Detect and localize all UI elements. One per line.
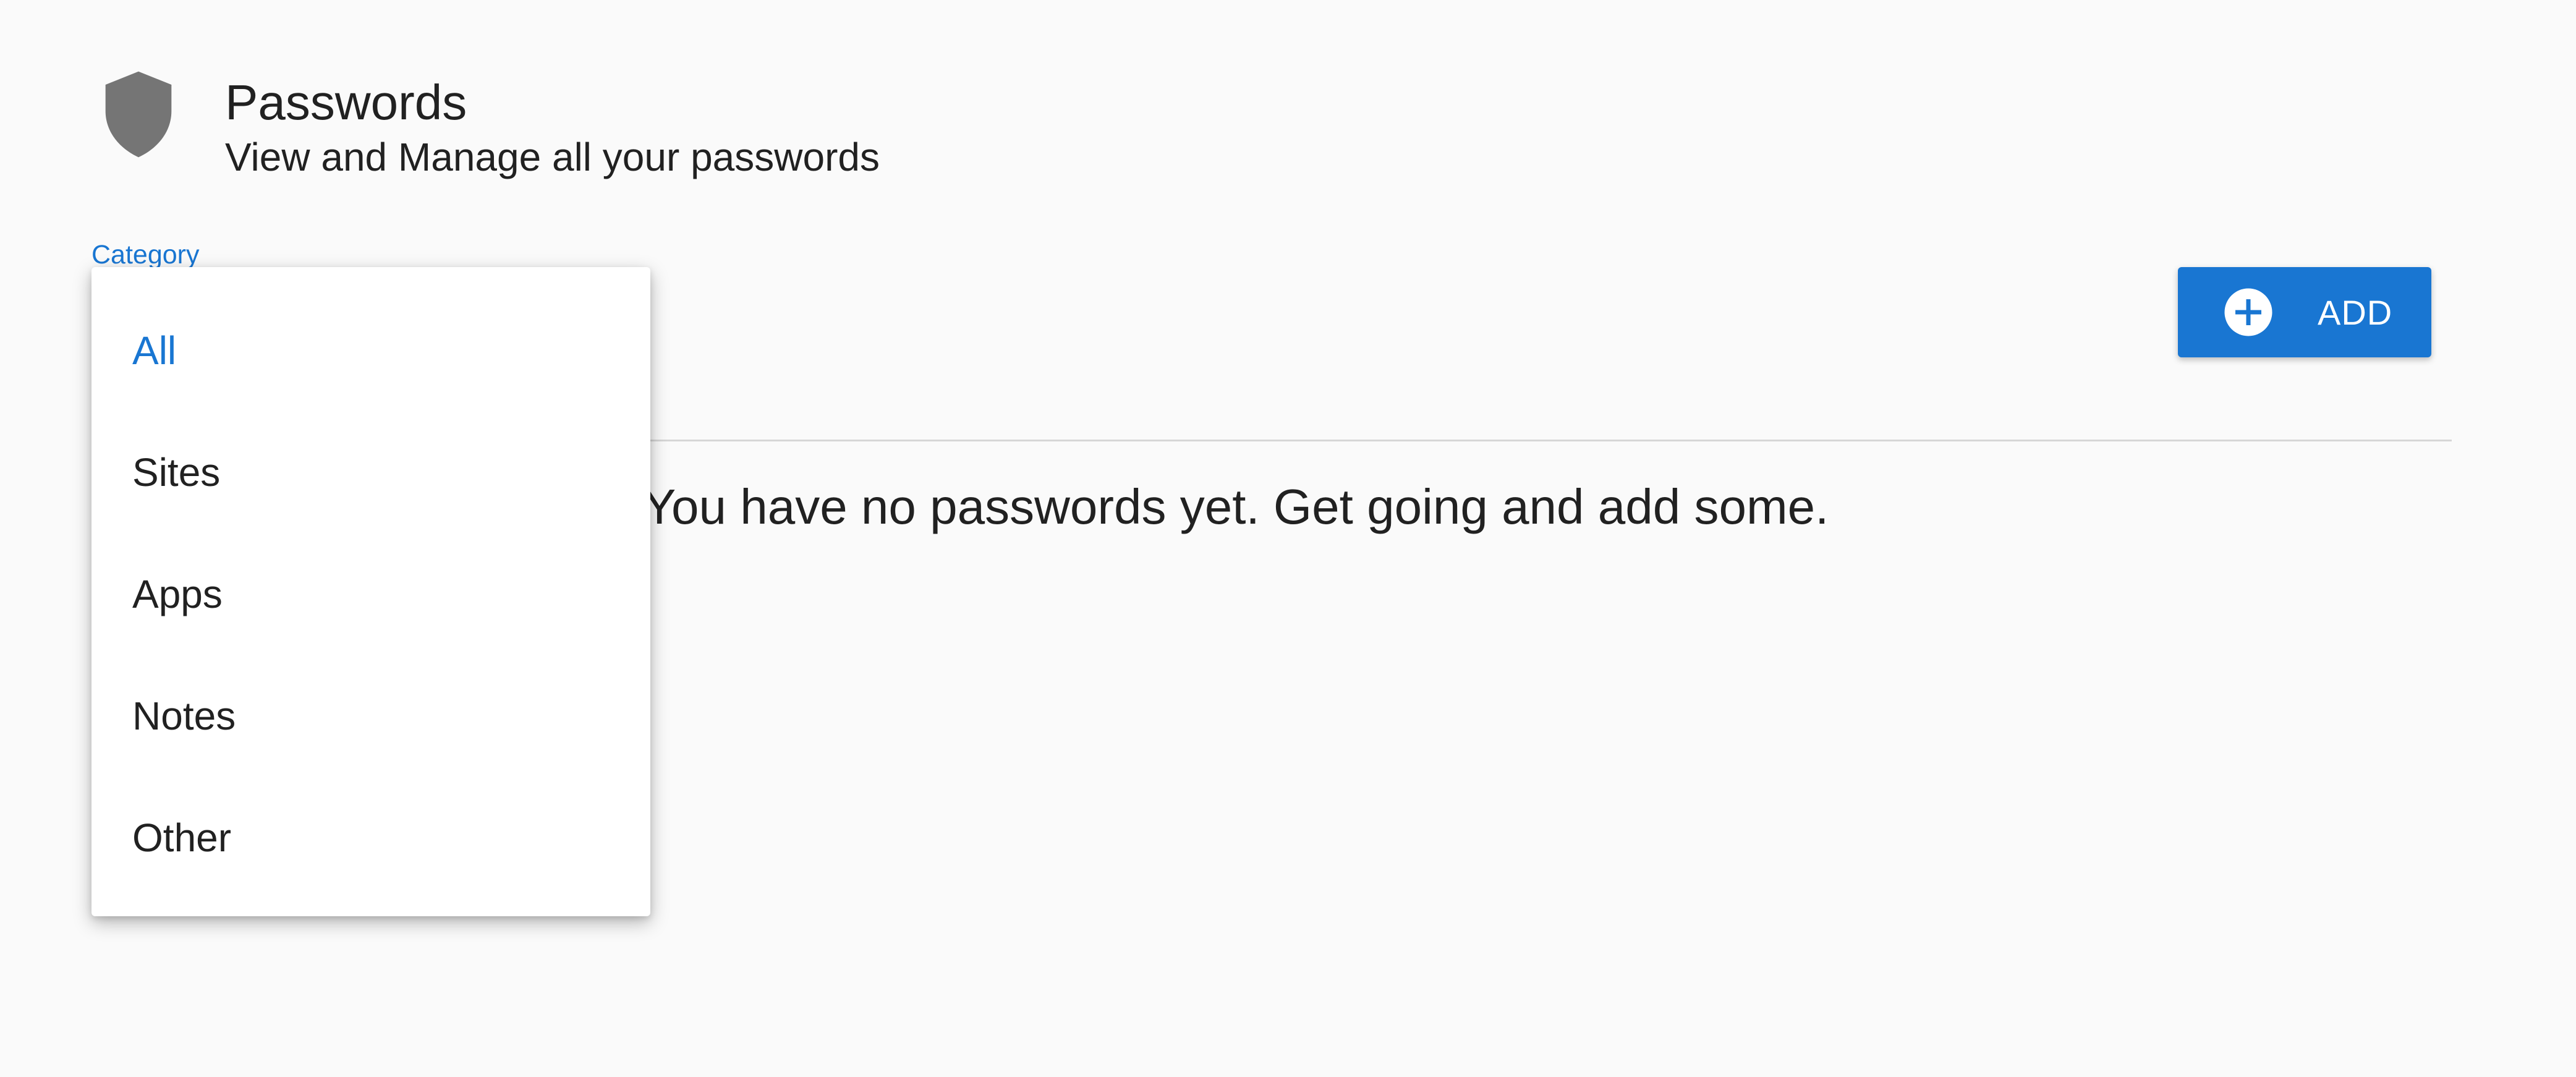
add-button[interactable]: ADD	[2178, 267, 2431, 357]
page-subtitle: View and Manage all your passwords	[225, 135, 880, 179]
category-dropdown-menu: All Sites Apps Notes Other	[91, 267, 650, 916]
page-header: Passwords View and Manage all your passw…	[99, 68, 880, 179]
add-button-label: ADD	[2318, 292, 2393, 332]
header-text: Passwords View and Manage all your passw…	[225, 73, 880, 182]
page-title: Passwords	[225, 75, 467, 130]
category-option-sites[interactable]: Sites	[91, 411, 650, 533]
category-option-notes[interactable]: Notes	[91, 655, 650, 777]
category-option-other[interactable]: Other	[91, 777, 650, 898]
shield-icon	[99, 68, 178, 161]
empty-state-message: You have no passwords yet. Get going and…	[643, 479, 1829, 534]
plus-circle-icon	[2222, 286, 2274, 338]
category-option-all[interactable]: All	[91, 289, 650, 411]
category-option-apps[interactable]: Apps	[91, 533, 650, 655]
